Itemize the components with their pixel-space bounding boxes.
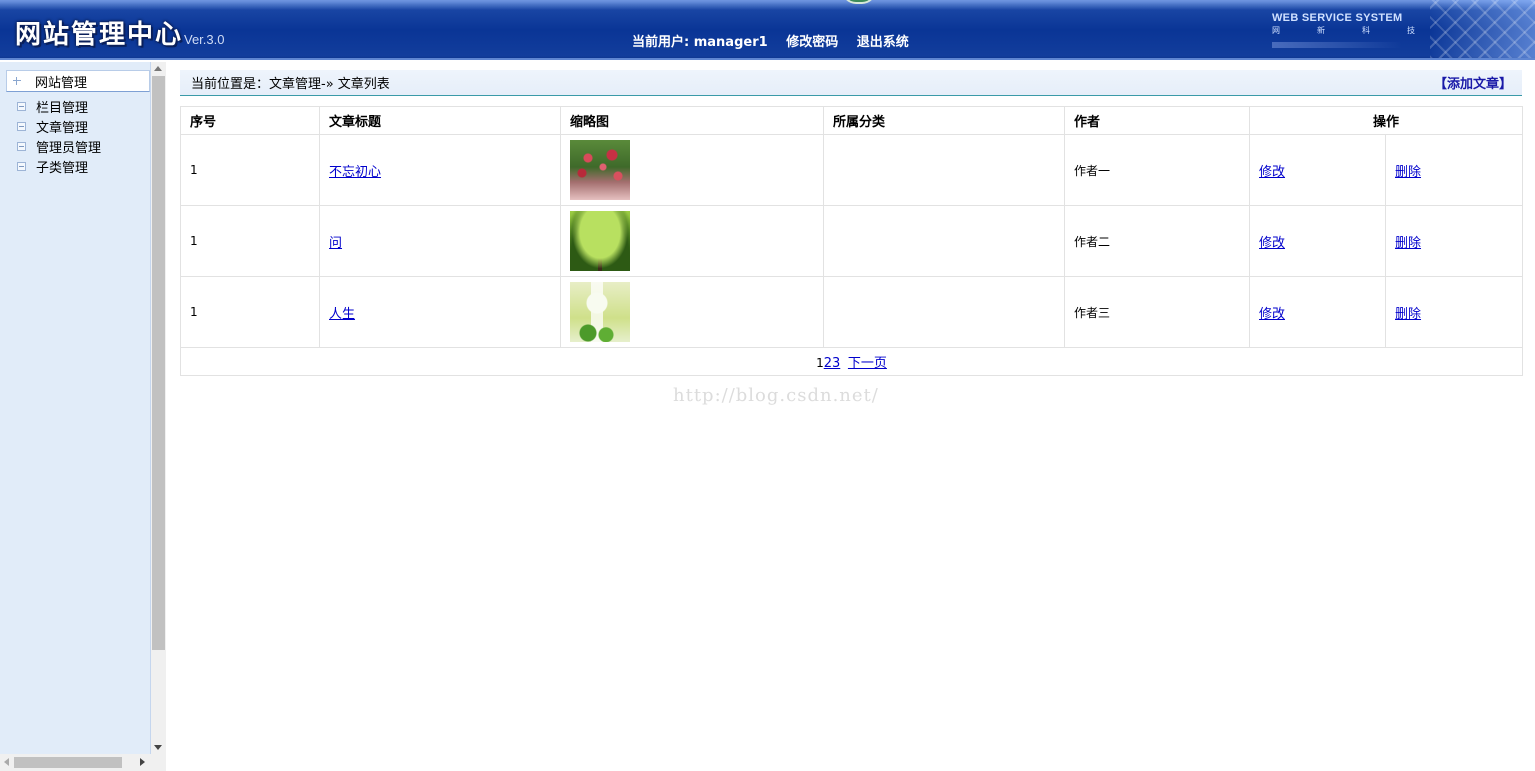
- keyboard-decoration: [1430, 0, 1535, 58]
- scroll-right-icon[interactable]: [140, 758, 145, 766]
- sidebar-vertical-scrollbar[interactable]: [151, 62, 166, 754]
- current-user: 当前用户: manager1: [632, 35, 768, 50]
- cell-id: 1: [180, 276, 320, 348]
- sidebar-item-manager-admin[interactable]: 管理员管理: [17, 137, 102, 156]
- table-row: 1 人生 作者三 修改 删除: [180, 276, 1524, 348]
- main-content: 当前位置是：文章管理-» 文章列表 【添加文章】 序号 文章标题 缩略图 所属分…: [166, 62, 1535, 771]
- table-row: 1 问 作者二 修改 删除: [180, 205, 1524, 277]
- sidebar-tree: 网站管理 栏目管理 文章管理 管理员管理 子类管理: [0, 62, 151, 754]
- page-2-link[interactable]: 2: [824, 356, 832, 371]
- brand-en: WEB SERVICE SYSTEM: [1272, 12, 1403, 24]
- change-password-link[interactable]: 修改密码: [786, 35, 838, 50]
- article-title-link[interactable]: 问: [329, 236, 342, 251]
- cell-title: 问: [319, 205, 561, 277]
- article-title-link[interactable]: 不忘初心: [329, 165, 381, 180]
- collapse-icon: [17, 161, 26, 171]
- pager-row: 123 下一页: [179, 347, 1524, 376]
- scroll-up-icon[interactable]: [154, 66, 162, 71]
- breadcrumb: 当前位置是：文章管理-» 文章列表: [191, 77, 390, 92]
- watermark: http://blog.csdn.net/: [673, 385, 879, 406]
- sidebar-item-label: 文章管理: [36, 120, 89, 136]
- sidebar-item-subclass-admin[interactable]: 子类管理: [17, 157, 89, 176]
- collapse-icon: [17, 101, 26, 111]
- cell-delete: 删除: [1384, 205, 1524, 277]
- page-current: 1: [816, 356, 824, 370]
- brand-cn: 网新科技: [1272, 26, 1452, 35]
- cell-id: 1: [180, 205, 320, 277]
- cell-title: 人生: [319, 276, 561, 348]
- cell-delete: 删除: [1384, 276, 1524, 348]
- cell-category: [823, 276, 1065, 348]
- cell-category: [823, 134, 1065, 206]
- column-header-thumb: 缩略图: [560, 106, 824, 135]
- sidebar-item-column-admin[interactable]: 栏目管理: [17, 97, 89, 116]
- column-header-id: 序号: [180, 106, 320, 135]
- scroll-thumb[interactable]: [14, 757, 122, 768]
- location-bar: 当前位置是：文章管理-» 文章列表 【添加文章】: [180, 70, 1522, 96]
- sidebar-item-label: 管理员管理: [36, 140, 102, 156]
- thumbnail-image: [570, 282, 630, 342]
- column-header-title: 文章标题: [319, 106, 561, 135]
- thumbnail-image: [570, 140, 630, 200]
- table-header-row: 序号 文章标题 缩略图 所属分类 作者 操作: [180, 106, 1524, 135]
- sidebar-item-label: 子类管理: [36, 160, 89, 176]
- sidebar-item-label: 栏目管理: [36, 100, 89, 116]
- cell-thumb: [560, 276, 824, 348]
- header-banner: 网站管理中心 Ver.3.0 当前用户: manager1 修改密码 退出系统 …: [0, 0, 1535, 60]
- logout-link[interactable]: 退出系统: [857, 35, 909, 50]
- cell-author: 作者二: [1064, 205, 1250, 277]
- article-table: 序号 文章标题 缩略图 所属分类 作者 操作 1 不忘初心 作者一 修改 删除 …: [179, 106, 1524, 376]
- cell-edit: 修改: [1249, 134, 1386, 206]
- thumbnail-image: [570, 211, 630, 271]
- add-article-link[interactable]: 【添加文章】: [1434, 73, 1512, 92]
- delete-link[interactable]: 删除: [1395, 165, 1421, 180]
- scroll-thumb[interactable]: [152, 76, 165, 650]
- collapse-icon: [17, 121, 26, 131]
- sidebar-horizontal-scrollbar[interactable]: [0, 754, 151, 771]
- cell-thumb: [560, 205, 824, 277]
- brand-bar: [1272, 42, 1402, 48]
- delete-link[interactable]: 删除: [1395, 307, 1421, 322]
- cell-category: [823, 205, 1065, 277]
- site-title: 网站管理中心: [15, 20, 184, 50]
- edit-link[interactable]: 修改: [1259, 165, 1285, 180]
- edit-link[interactable]: 修改: [1259, 236, 1285, 251]
- cell-edit: 修改: [1249, 205, 1386, 277]
- column-header-author: 作者: [1064, 106, 1250, 135]
- cell-title: 不忘初心: [319, 134, 561, 206]
- brand-logo: WEB SERVICE SYSTEM 网新科技: [1272, 12, 1452, 48]
- tree-root-site-admin[interactable]: 网站管理: [6, 70, 150, 92]
- scrollbar-corner: [151, 754, 166, 771]
- column-header-category: 所属分类: [823, 106, 1065, 135]
- pager: 123 下一页: [179, 347, 1524, 376]
- edit-link[interactable]: 修改: [1259, 307, 1285, 322]
- sidebar-item-article-admin[interactable]: 文章管理: [17, 117, 89, 136]
- version-label: Ver.3.0: [184, 32, 225, 47]
- cell-id: 1: [180, 134, 320, 206]
- user-bar: 当前用户: manager1 修改密码 退出系统: [632, 31, 923, 50]
- header-shine: [0, 0, 1535, 10]
- sidebar: 网站管理 栏目管理 文章管理 管理员管理 子类管理: [0, 62, 166, 771]
- expand-icon: [13, 77, 21, 85]
- article-title-link[interactable]: 人生: [329, 307, 355, 322]
- cell-author: 作者三: [1064, 276, 1250, 348]
- cell-delete: 删除: [1384, 134, 1524, 206]
- scroll-left-icon[interactable]: [4, 758, 9, 766]
- cell-thumb: [560, 134, 824, 206]
- collapse-icon: [17, 141, 26, 151]
- next-page-link[interactable]: 下一页: [848, 356, 887, 371]
- cell-author: 作者一: [1064, 134, 1250, 206]
- cell-edit: 修改: [1249, 276, 1386, 348]
- scroll-down-icon[interactable]: [154, 745, 162, 750]
- delete-link[interactable]: 删除: [1395, 236, 1421, 251]
- tree-root-label: 网站管理: [35, 75, 88, 91]
- table-row: 1 不忘初心 作者一 修改 删除: [180, 134, 1524, 206]
- page-3-link[interactable]: 3: [832, 356, 840, 371]
- column-header-ops: 操作: [1248, 106, 1524, 135]
